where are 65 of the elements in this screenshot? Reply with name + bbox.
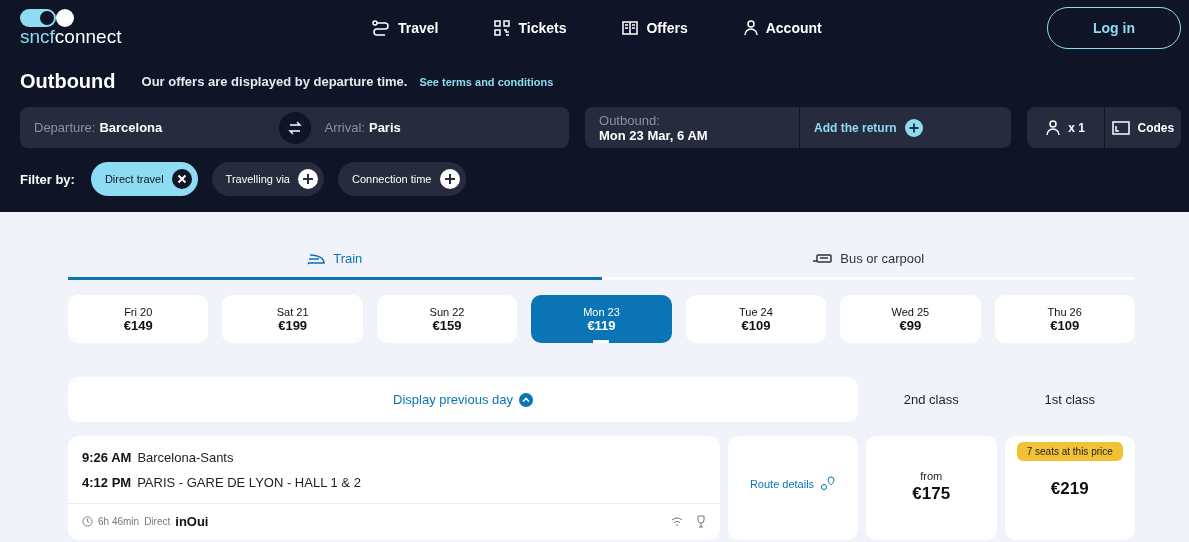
wifi-icon: [671, 516, 683, 527]
departure-time: 9:26 AM: [82, 450, 132, 465]
nav-link[interactable]: Tickets: [494, 20, 567, 36]
swap-icon: [287, 120, 302, 135]
swap-button[interactable]: [278, 111, 311, 144]
arrival-time: 4:12 PM: [82, 475, 132, 490]
date-card[interactable]: Mon 23 €119: [531, 295, 672, 343]
transport-tab[interactable]: Bus or carpool: [601, 240, 1135, 280]
page-title: Outbound: [20, 70, 116, 93]
nav-link[interactable]: Travel: [372, 20, 439, 36]
price-text: €175: [912, 484, 951, 504]
transport-tab[interactable]: Train: [68, 240, 602, 280]
class-column-header: 2nd class: [902, 391, 960, 409]
departure-station: Barcelona-Sants: [137, 450, 234, 465]
info-text: Our offers are displayed by departure time.: [141, 74, 408, 89]
date-card[interactable]: Tue 24 €109: [685, 295, 827, 343]
route-details-link[interactable]: Route details: [743, 475, 843, 493]
filter-chip[interactable]: Travelling via: [211, 162, 324, 196]
plus-icon: [904, 118, 923, 137]
close-icon: [171, 169, 192, 189]
book-icon: [622, 20, 639, 36]
user-icon: [743, 20, 758, 36]
date-card[interactable]: Thu 26 €109: [994, 295, 1135, 343]
clock-icon: [82, 516, 93, 527]
date-card[interactable]: Sat 21 €199: [222, 295, 363, 343]
user-icon: [1046, 119, 1061, 136]
bus-icon: [812, 253, 833, 264]
nav-link[interactable]: Offers: [622, 20, 688, 36]
chevron-up-icon: [518, 392, 533, 407]
date-card[interactable]: Sun 22 €159: [376, 295, 518, 343]
nav-link[interactable]: Account: [743, 20, 822, 36]
date-card[interactable]: Wed 25 €99: [840, 295, 981, 343]
price-text: €219: [1050, 479, 1089, 499]
price-prefix: from: [920, 470, 943, 482]
plus-icon: [298, 169, 318, 189]
departure-field[interactable]: Departure: Barcelona: [20, 107, 279, 148]
price-card[interactable]: 7 seats at this price €219: [1004, 436, 1135, 540]
journey-card[interactable]: 9:26 AM Barcelona-Sants 4:12 PM PARIS - GARE DE LYON - HALL 1 & 2 6h 46min Direct inOui: [68, 436, 720, 540]
date-card[interactable]: Fri 20 €149: [68, 295, 209, 343]
price-card[interactable]: from €175: [866, 436, 997, 540]
filter-chip[interactable]: Direct travel: [90, 162, 198, 196]
class-column-header: 1st class: [1043, 391, 1097, 409]
route-icon: [372, 20, 390, 36]
codes-button[interactable]: Codes: [1104, 107, 1182, 148]
operator-logo: inOui: [175, 514, 209, 529]
outbound-date-field[interactable]: Outbound: Mon 23 Mar, 6 AM: [585, 107, 801, 148]
logo-wordmark: sncfconnect: [20, 27, 123, 47]
passengers-button[interactable]: x 1: [1027, 107, 1105, 148]
filter-chip[interactable]: Connection time: [338, 162, 466, 196]
terms-link[interactable]: See terms and conditions: [419, 75, 554, 88]
seats-badge: 7 seats at this price: [1016, 442, 1123, 461]
train-icon: [307, 252, 326, 265]
arrival-station: PARIS - GARE DE LYON - HALL 1 & 2: [137, 475, 361, 490]
arrival-field[interactable]: Arrival: Paris: [310, 107, 570, 148]
previous-day-button[interactable]: Display previous day: [387, 391, 539, 408]
plus-icon: [439, 169, 460, 189]
glass-icon: [696, 515, 706, 528]
map-pin-icon: [820, 476, 837, 492]
journey-type: Direct: [144, 516, 171, 527]
logo-toggle-icon: [20, 9, 74, 27]
filter-label: Filter by:: [20, 171, 75, 187]
qr-code-icon: [494, 20, 511, 36]
add-return-button[interactable]: Add the return: [800, 107, 1012, 148]
card-icon: [1111, 120, 1130, 135]
duration-text: 6h 46min: [98, 516, 140, 527]
